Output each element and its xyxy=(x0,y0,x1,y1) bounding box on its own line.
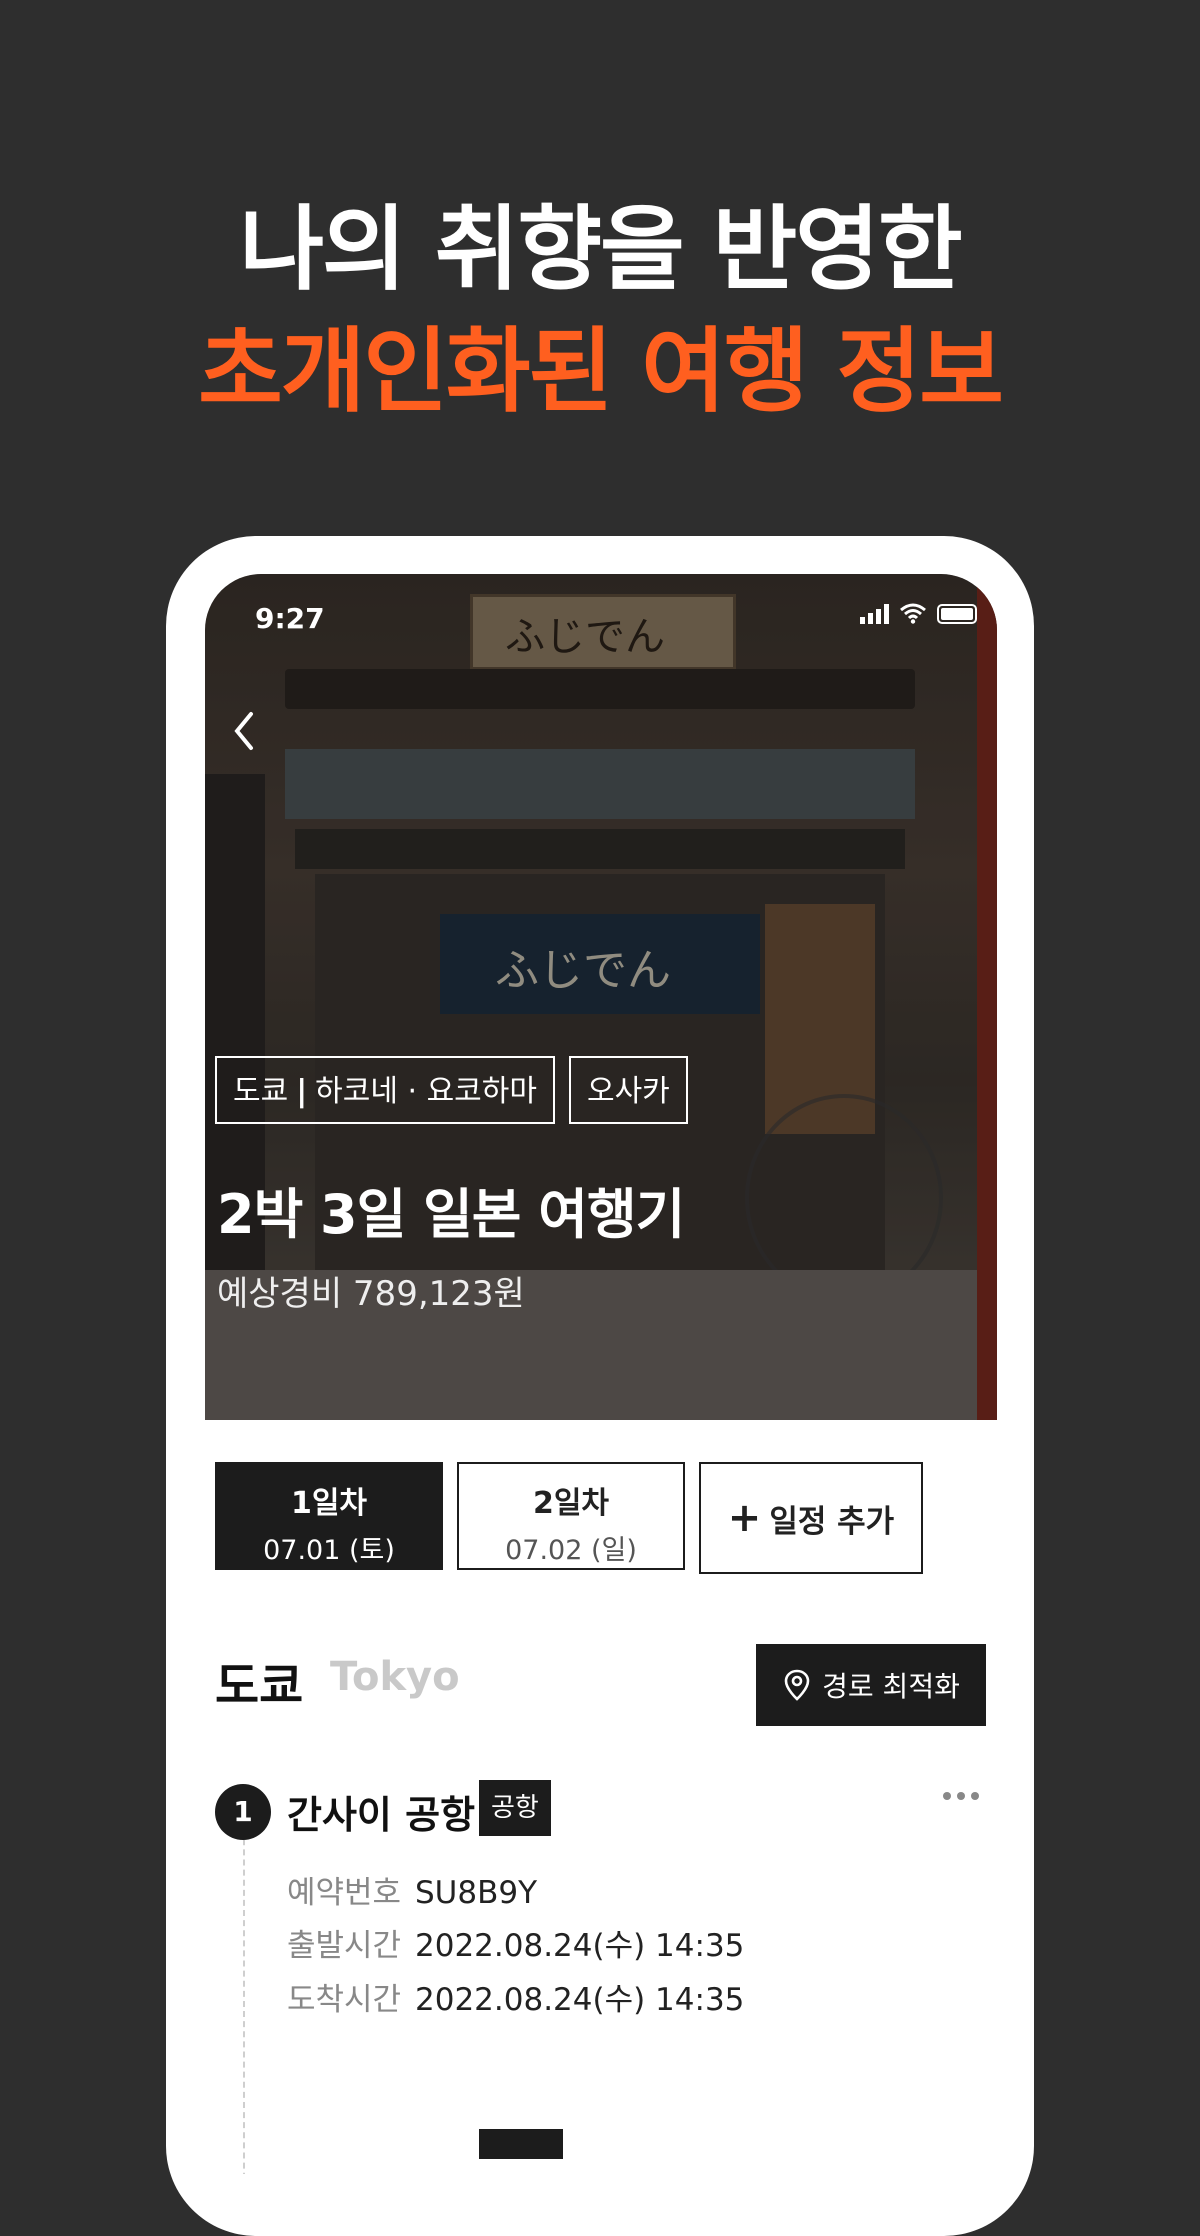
step-number: 1 xyxy=(215,1784,271,1840)
city-title: 도쿄 xyxy=(215,1658,304,1714)
promo-headline: 나의 취향을 반영한 초개인화된 여행 정보 xyxy=(0,190,1200,432)
timeline-line xyxy=(243,1809,245,2174)
day-tab-2[interactable]: 2일차 07.02 (일) xyxy=(457,1462,685,1570)
day-tabs: 1일차 07.01 (토) 2일차 07.02 (일) + 일정 추가 xyxy=(215,1462,923,1574)
headline-line-1: 나의 취향을 반영한 xyxy=(239,196,962,303)
status-time: 9:27 xyxy=(255,602,325,635)
region-tags: 도쿄 | 하코네 · 요코하마 오사카 xyxy=(215,1056,688,1124)
trip-title: 2박 3일 일본 여행기 xyxy=(217,1183,685,1246)
cellular-signal-icon xyxy=(860,602,889,624)
region-tag[interactable]: 오사카 xyxy=(568,1056,688,1124)
city-title-english: Tokyo xyxy=(330,1654,460,1700)
next-item-badge-partial xyxy=(479,2129,563,2159)
headline-line-2: 초개인화된 여행 정보 xyxy=(198,318,1004,425)
departure-time-row: 출발시간 2022.08.24(수) 14:35 xyxy=(287,1928,745,1964)
plus-icon: + xyxy=(727,1495,762,1541)
day-tab-1[interactable]: 1일차 07.01 (토) xyxy=(215,1462,443,1570)
route-optimize-button[interactable]: 경로 최적화 xyxy=(756,1644,986,1726)
add-day-button[interactable]: + 일정 추가 xyxy=(699,1462,923,1574)
place-category-badge: 공항 xyxy=(479,1780,551,1836)
wifi-icon xyxy=(900,603,926,624)
region-tag[interactable]: 도쿄 | 하코네 · 요코하마 xyxy=(215,1056,555,1124)
status-icons xyxy=(860,602,977,624)
reservation-number-row: 예약번호 SU8B9Y xyxy=(287,1875,538,1911)
place-name[interactable]: 간사이 공항 xyxy=(287,1784,475,1839)
map-pin-icon xyxy=(784,1669,810,1701)
phone-screen: ふじでん ふじでん 9:27 도쿄 | 하코네 · 요코하마 오사카 2박 3일… xyxy=(205,574,997,2174)
more-options-icon[interactable] xyxy=(943,1792,979,1800)
arrival-time-row: 도착시간 2022.08.24(수) 14:35 xyxy=(287,1982,745,2018)
battery-icon xyxy=(937,604,977,624)
back-arrow-icon[interactable] xyxy=(225,704,269,758)
trip-estimated-cost: 예상경비 789,123원 xyxy=(217,1274,525,1314)
